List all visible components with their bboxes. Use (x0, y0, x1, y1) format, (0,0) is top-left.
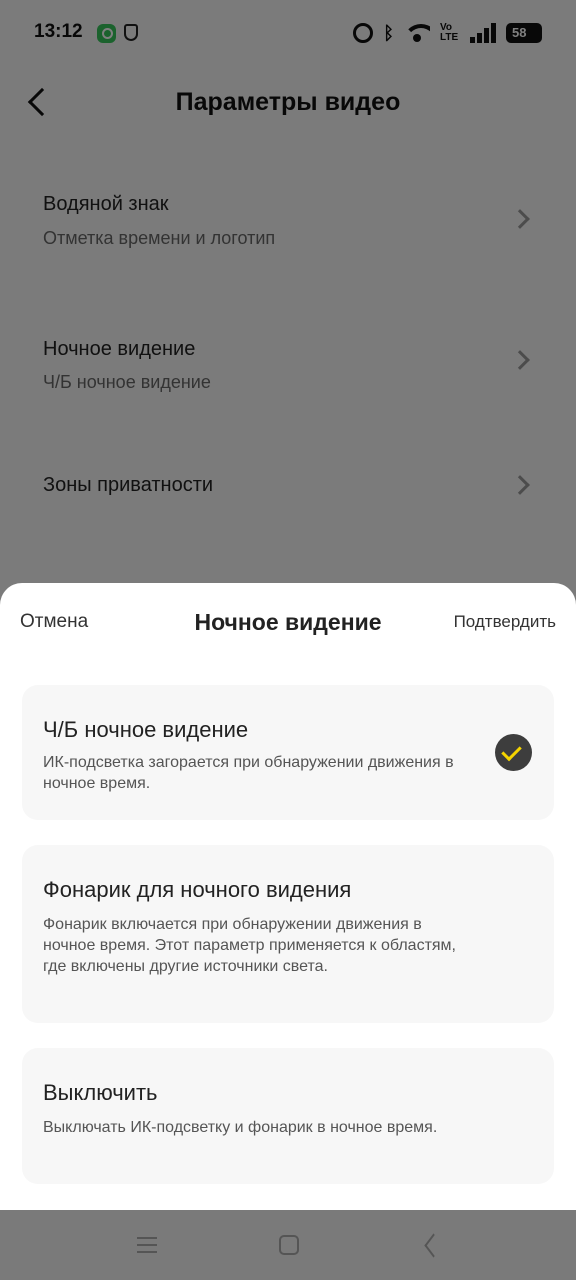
option-off[interactable]: Выключить Выключать ИК-подсветку и фонар… (22, 1048, 554, 1184)
option-title: Выключить (43, 1080, 158, 1105)
cancel-button[interactable]: Отмена (20, 611, 88, 633)
home-icon[interactable] (279, 1235, 299, 1255)
option-flashlight-night-vision[interactable]: Фонарик для ночного видения Фонарик вклю… (22, 845, 554, 1023)
option-title: Ч/Б ночное видение (43, 717, 249, 742)
menu-icon[interactable] (137, 1235, 157, 1255)
check-icon (495, 734, 532, 771)
night-vision-sheet: Отмена Ночное видение Подтвердить Ч/Б но… (0, 583, 576, 1210)
option-description: Фонарик включается при обнаружении движе… (43, 916, 456, 975)
option-title: Фонарик для ночного видения (43, 877, 352, 902)
back-icon[interactable] (422, 1235, 442, 1255)
option-description: Выключать ИК-подсветку и фонарик в ночно… (43, 1119, 438, 1136)
confirm-button[interactable]: Подтвердить (454, 612, 556, 632)
option-bw-night-vision[interactable]: Ч/Б ночное видение ИК-подсветка загорает… (22, 685, 554, 820)
system-nav-bar (0, 1210, 576, 1280)
option-description: ИК-подсветка загорается при обнаружении … (43, 754, 454, 792)
